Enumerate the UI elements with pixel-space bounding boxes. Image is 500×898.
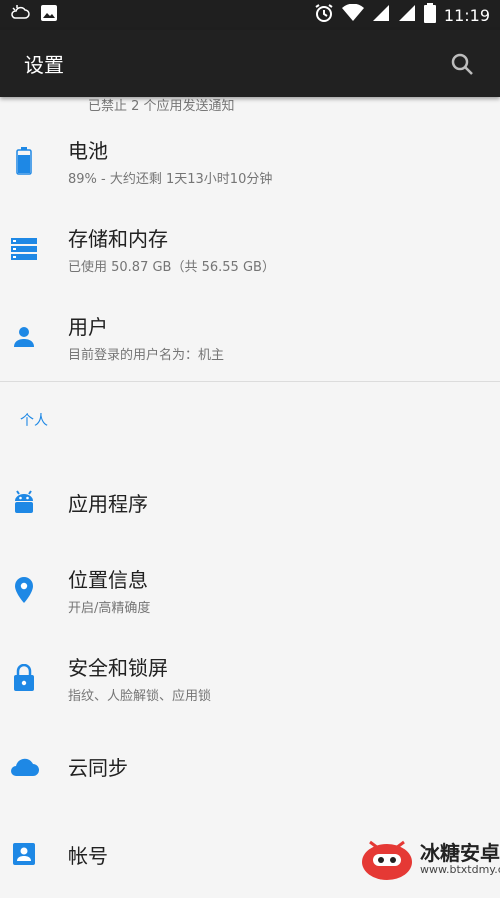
list-item-subtitle: 指纹、人脸解锁、应用锁 (68, 689, 212, 704)
list-item-storage[interactable]: 存储和内存 已使用 50.87 GB（共 56.55 GB） (0, 205, 500, 293)
image-icon (40, 4, 58, 26)
alarm-icon (314, 3, 334, 27)
wifi-icon (341, 3, 364, 26)
list-item-subtitle: 已禁止 2 个应用发送通知 (88, 99, 235, 114)
list-item-label: 帐号 (68, 843, 108, 868)
lock-icon (0, 664, 68, 692)
weather-icon (10, 4, 30, 26)
list-item-subtitle: 开启/高精确度 (68, 601, 151, 616)
storage-icon (0, 237, 68, 261)
watermark-url: www.btxtdmy.com (420, 862, 500, 876)
list-item-label: 存储和内存 (68, 227, 168, 251)
watermark: 冰糖安卓网 www.btxtdmy.com (360, 829, 500, 889)
list-item-label: 用户 (68, 315, 108, 339)
status-time: 11:19 (443, 5, 490, 25)
section-header: 个人 (20, 413, 48, 429)
watermark-title: 冰糖安卓网 (420, 840, 500, 865)
app-bar: 设置 (0, 30, 500, 97)
notifications-icon (24, 97, 44, 111)
settings-list: 已禁止 2 个应用发送通知 电池 89% - 大约还剩 1天13小时10分钟 存… (0, 97, 500, 898)
battery-icon (0, 147, 68, 175)
page-title: 设置 (24, 53, 64, 77)
list-item-label: 云同步 (68, 755, 128, 780)
location-icon (0, 576, 68, 604)
list-item-battery[interactable]: 电池 89% - 大约还剩 1天13小时10分钟 (0, 117, 500, 205)
android-icon (0, 488, 68, 516)
list-item-label: 应用程序 (68, 491, 148, 516)
list-item-label: 位置信息 (68, 568, 148, 592)
list-item-subtitle: 目前登录的用户名为：机主 (68, 348, 225, 363)
list-item-subtitle: 已使用 50.87 GB（共 56.55 GB） (68, 260, 275, 275)
list-item-security[interactable]: 安全和锁屏 指纹、人脸解锁、应用锁 (0, 634, 500, 722)
list-item-cloud-sync[interactable]: 云同步 (0, 722, 500, 810)
list-item-apps[interactable]: 应用程序 (0, 458, 500, 546)
signal-icon (372, 4, 390, 26)
cloud-icon (0, 755, 68, 777)
list-item-subtitle: 89% - 大约还剩 1天13小时10分钟 (68, 172, 273, 187)
list-item-label: 电池 (68, 139, 108, 163)
battery-icon (423, 3, 436, 27)
signal-icon (398, 4, 416, 26)
account-icon (0, 842, 68, 866)
user-icon (0, 325, 68, 349)
list-item-location[interactable]: 位置信息 开启/高精确度 (0, 546, 500, 634)
watermark-logo-icon (360, 832, 414, 886)
status-bar: 11:19 (0, 0, 500, 30)
search-icon[interactable] (448, 50, 476, 78)
list-item-notifications[interactable]: 已禁止 2 个应用发送通知 (0, 97, 500, 117)
list-item-users[interactable]: 用户 目前登录的用户名为：机主 (0, 293, 500, 381)
list-item-label: 安全和锁屏 (68, 656, 168, 680)
